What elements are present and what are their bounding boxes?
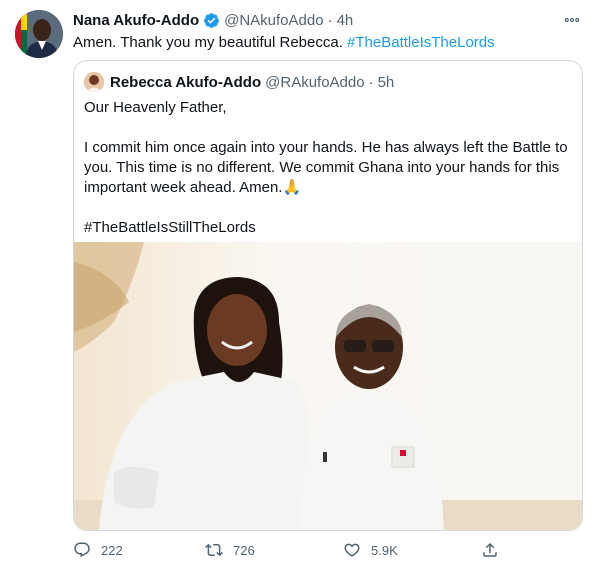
tweet-actions: 222 726 5.9K	[73, 540, 573, 560]
tweet-card[interactable]: Nana Akufo-Addo @NAkufoAddo · 4h Amen. T…	[0, 0, 597, 571]
share-icon	[483, 542, 497, 557]
quoted-tweet[interactable]: Rebecca Akufo-Addo @RAkufoAddo · 5h Our …	[73, 60, 583, 531]
author-name[interactable]: Nana Akufo-Addo	[73, 12, 199, 29]
tweet-text: Amen. Thank you my beautiful Rebecca. #T…	[73, 33, 495, 53]
retweet-button[interactable]: 726	[205, 540, 255, 560]
retweet-count: 726	[233, 542, 255, 558]
hashtag-link[interactable]: #TheBattleIsTheLords	[347, 34, 495, 51]
quoted-tweet-header: Rebecca Akufo-Addo @RAkufoAddo · 5h	[84, 72, 394, 92]
quoted-author-handle: @RAkufoAddo	[265, 73, 365, 91]
share-button[interactable]	[481, 540, 499, 560]
reply-count: 222	[101, 542, 123, 558]
retweet-icon	[205, 543, 223, 557]
tweet-text-plain: Amen. Thank you my beautiful Rebecca.	[73, 34, 348, 51]
heart-icon	[344, 543, 360, 557]
reply-icon	[74, 542, 90, 558]
quoted-text-paragraph: I commit him once again into your hands.…	[84, 139, 568, 196]
quoted-hashtag: #TheBattleIsStillTheLords	[84, 219, 256, 236]
reply-button[interactable]: 222	[73, 540, 123, 560]
like-button[interactable]: 5.9K	[343, 540, 398, 560]
quoted-timestamp: 5h	[377, 73, 395, 91]
quoted-text-line: Our Heavenly Father,	[84, 99, 227, 116]
more-options-icon[interactable]	[561, 10, 583, 30]
quoted-tweet-text: Our Heavenly Father, I commit him once a…	[84, 98, 574, 238]
author-handle[interactable]: @NAkufoAddo	[224, 12, 323, 29]
author-avatar[interactable]	[15, 10, 63, 58]
tweet-header: Nana Akufo-Addo @NAkufoAddo · 4h	[73, 10, 353, 30]
verified-badge-icon	[203, 12, 220, 29]
quoted-separator-dot: ·	[368, 73, 374, 91]
tweet-timestamp[interactable]: 4h	[337, 12, 354, 29]
quoted-author-name: Rebecca Akufo-Addo	[110, 73, 262, 91]
like-count: 5.9K	[371, 542, 398, 558]
separator-dot: ·	[327, 11, 333, 29]
quoted-tweet-photo[interactable]	[74, 242, 582, 530]
quoted-author-avatar	[84, 72, 104, 92]
